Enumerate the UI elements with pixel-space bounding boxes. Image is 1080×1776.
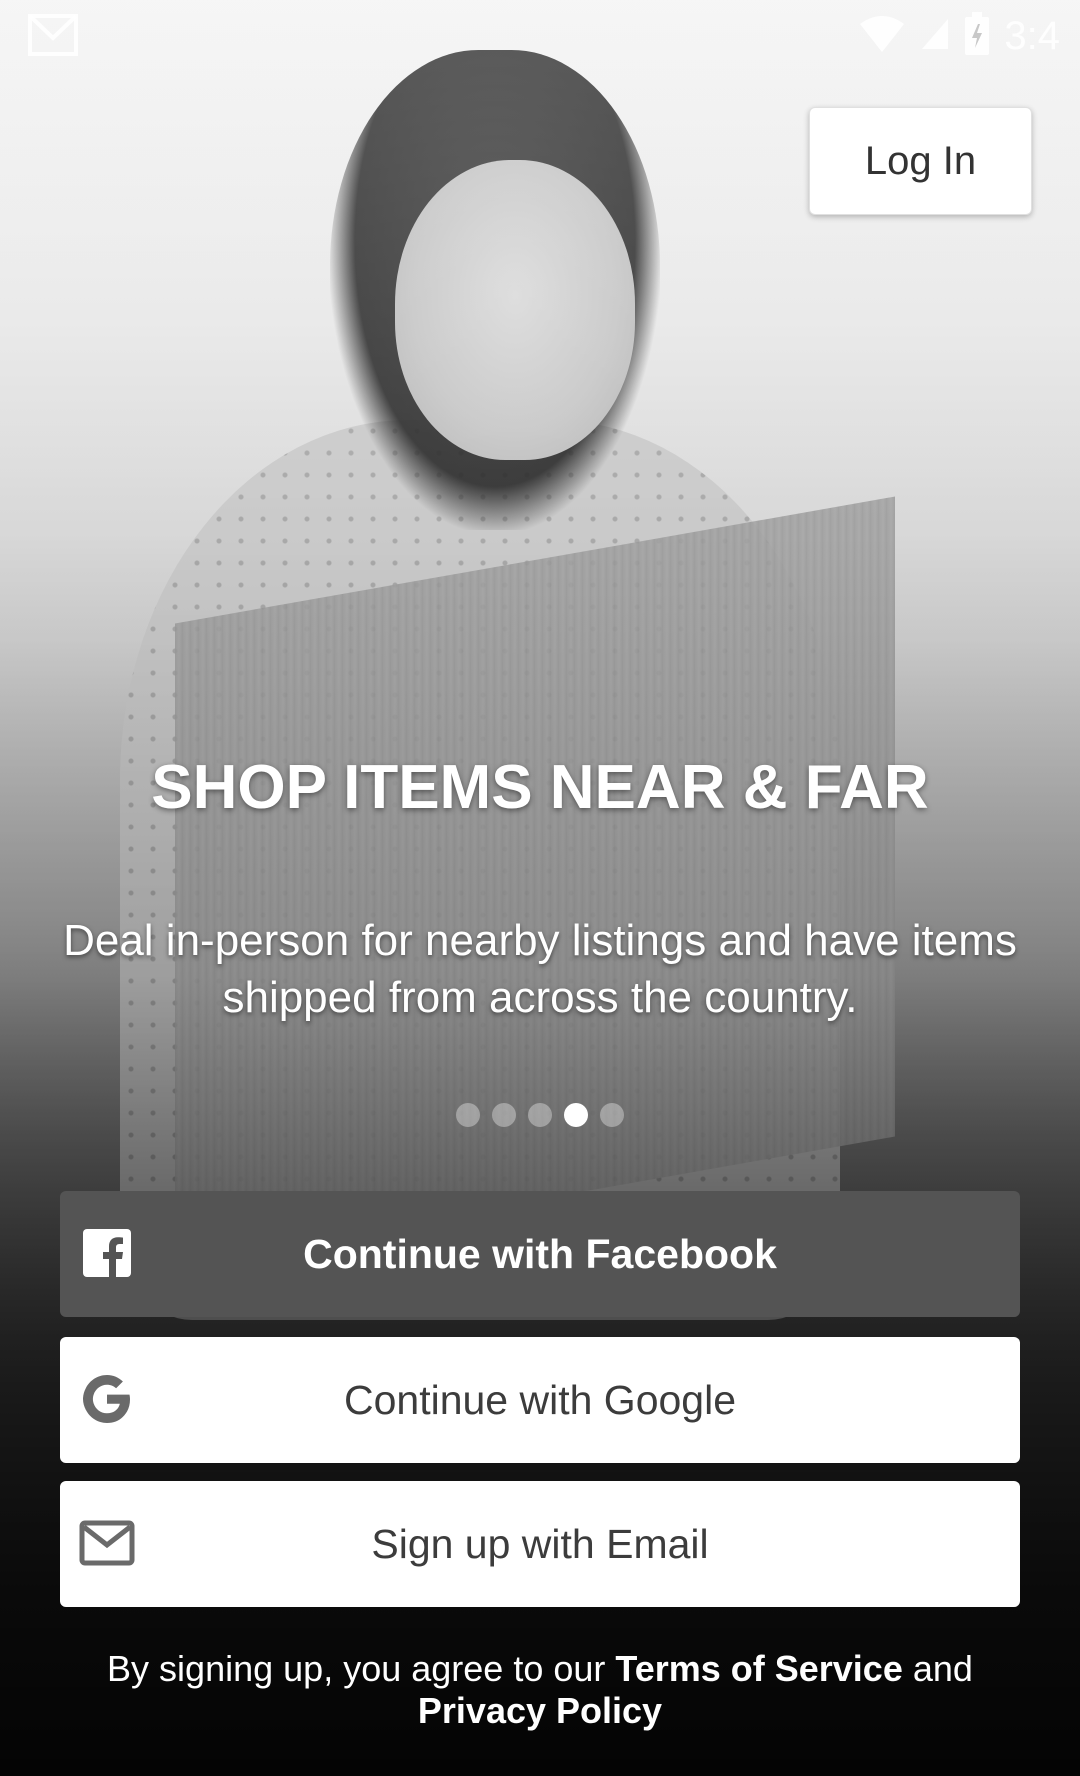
page-dot-5[interactable] [600,1103,624,1127]
carousel-description: Deal in-person for nearby listings and h… [63,916,1017,1022]
continue-with-google-button[interactable]: Continue with Google [60,1337,1020,1463]
legal-notice: By signing up, you agree to our Terms of… [40,1648,1040,1732]
page-dot-4[interactable] [564,1103,588,1127]
facebook-button-label: Continue with Facebook [303,1230,777,1277]
page-dot-2[interactable] [492,1103,516,1127]
email-button-label: Sign up with Email [371,1520,709,1567]
carousel-page-indicator [0,1103,1080,1127]
legal-connector: and [902,1648,973,1689]
page-dot-3[interactable] [528,1103,552,1127]
continue-with-facebook-button[interactable]: Continue with Facebook [60,1191,1020,1317]
facebook-icon [78,1224,136,1282]
welcome-screen: 3:4 Log In SHOP ITEMS NEAR & FAR Deal in… [0,0,1080,1776]
status-icons: 3:4 [858,11,1060,61]
carousel-title: SHOP ITEMS NEAR & FAR [151,753,929,822]
battery-charging-icon [964,11,990,61]
privacy-policy-link[interactable]: Privacy Policy [418,1690,662,1731]
login-button[interactable]: Log In [809,107,1032,215]
signal-icon [920,17,950,56]
gmail-icon [28,14,78,56]
status-time: 3:4 [1004,13,1060,58]
wifi-icon [858,14,906,59]
legal-prefix: By signing up, you agree to our [107,1648,616,1689]
page-dot-1[interactable] [456,1103,480,1127]
google-button-label: Continue with Google [343,1376,737,1423]
status-bar: 3:4 [0,0,1080,72]
sign-up-with-email-button[interactable]: Sign up with Email [60,1481,1020,1607]
email-icon [78,1514,136,1572]
terms-of-service-link[interactable]: Terms of Service [615,1648,902,1689]
google-icon [78,1370,136,1428]
